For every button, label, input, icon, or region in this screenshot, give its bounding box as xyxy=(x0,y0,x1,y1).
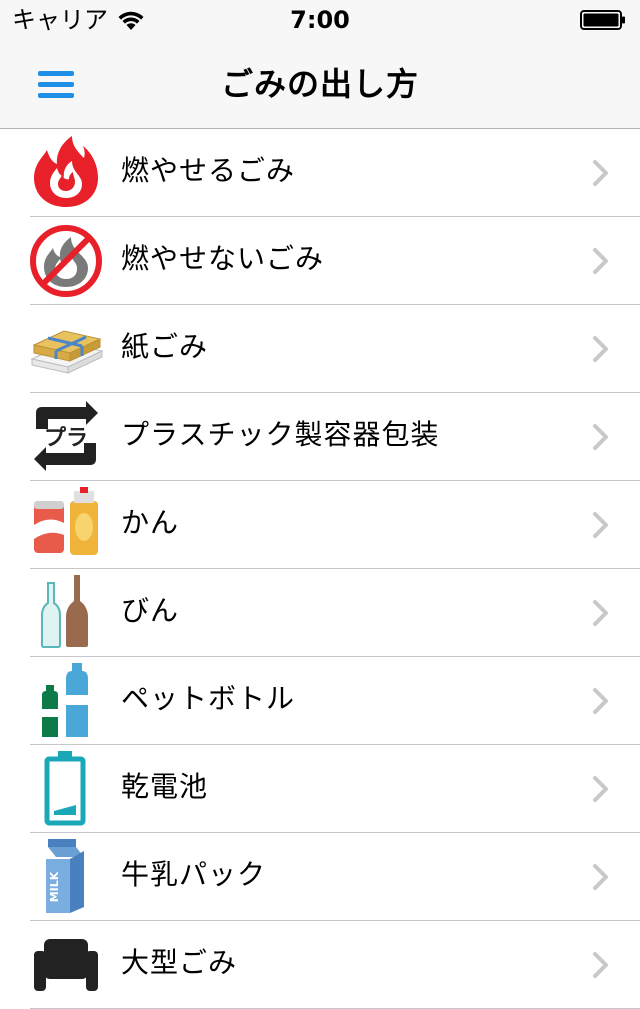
battery-cell-icon xyxy=(28,749,104,827)
list-item-label: かん xyxy=(121,506,180,539)
paper-bundle-icon xyxy=(28,309,104,387)
list-item-large-items[interactable]: 大型ごみ xyxy=(0,921,640,1009)
battery-icon xyxy=(580,10,626,30)
chevron-right-icon xyxy=(592,687,610,715)
garbage-category-list: 燃やせるごみ 燃やせないごみ 紙ごみ プラ プラスチック製容器包装 かん びん … xyxy=(0,129,640,1009)
cans-icon xyxy=(28,485,104,563)
list-item-plastic[interactable]: プラ プラスチック製容器包装 xyxy=(0,393,640,481)
status-time: 7:00 xyxy=(290,6,350,34)
page-title: ごみの出し方 xyxy=(220,65,419,103)
pet-bottle-icon xyxy=(28,661,104,739)
list-item-label: ペットボトル xyxy=(121,682,296,715)
non-burnable-icon xyxy=(28,221,104,299)
status-bar: キャリア 7:00 xyxy=(0,0,640,40)
list-item-dry-cell[interactable]: 乾電池 xyxy=(0,745,640,833)
large-item-icon xyxy=(28,925,104,1003)
chevron-right-icon xyxy=(592,247,610,275)
list-item-non-burnable[interactable]: 燃やせないごみ xyxy=(0,217,640,305)
svg-text:プラ: プラ xyxy=(44,426,88,451)
svg-text:MILK: MILK xyxy=(48,871,61,902)
chevron-right-icon xyxy=(592,599,610,627)
list-item-label: 乾電池 xyxy=(121,770,209,803)
chevron-right-icon xyxy=(592,951,610,979)
chevron-right-icon xyxy=(592,511,610,539)
navigation-bar: ごみの出し方 xyxy=(0,40,640,129)
chevron-right-icon xyxy=(592,423,610,451)
plastic-recycle-icon: プラ xyxy=(28,397,104,475)
chevron-right-icon xyxy=(592,159,610,187)
chevron-right-icon xyxy=(592,775,610,803)
list-item-bottles[interactable]: びん xyxy=(0,569,640,657)
list-item-label: 燃やせるごみ xyxy=(121,154,296,187)
list-item-pet-bottles[interactable]: ペットボトル xyxy=(0,657,640,745)
list-item-cans[interactable]: かん xyxy=(0,481,640,569)
list-item-label: びん xyxy=(121,594,180,627)
list-item-label: プラスチック製容器包装 xyxy=(121,418,440,451)
milk-carton-icon: MILK xyxy=(28,837,104,915)
burnable-fire-icon xyxy=(28,133,104,211)
list-item-label: 紙ごみ xyxy=(121,330,209,363)
list-item-burnable[interactable]: 燃やせるごみ xyxy=(0,129,640,217)
bottles-icon xyxy=(28,573,104,651)
chevron-right-icon xyxy=(592,863,610,891)
chevron-right-icon xyxy=(592,335,610,363)
list-item-label: 牛乳パック xyxy=(121,858,267,891)
list-item-milk-carton[interactable]: MILK 牛乳パック xyxy=(0,833,640,921)
list-item-label: 燃やせないごみ xyxy=(121,242,325,275)
list-item-label: 大型ごみ xyxy=(121,946,238,979)
list-item-paper[interactable]: 紙ごみ xyxy=(0,305,640,393)
